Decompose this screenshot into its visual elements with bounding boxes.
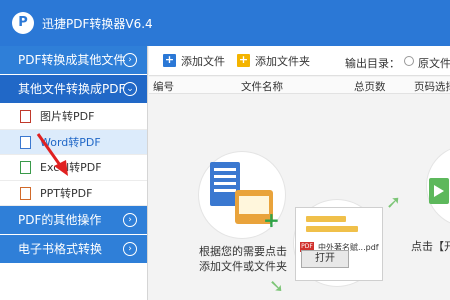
caption-line: 根据您的需要点击 <box>199 245 287 258</box>
image-file-icon <box>20 110 31 123</box>
column-header: 页码选择 <box>414 81 450 93</box>
output-dir-label: 输出目录： <box>345 57 400 70</box>
sidebar-item-ppt-to-pdf[interactable]: PPT转PDF <box>0 181 147 206</box>
category-label: 电子书格式转换 <box>18 242 103 256</box>
toolbar: 添加文件 添加文件夹 输出目录： 原文件 <box>149 46 450 76</box>
category-pdf-to-other[interactable]: PDF转换成其他文件 › <box>0 46 147 75</box>
play-icon <box>434 185 444 197</box>
radio-label: 原文件 <box>418 57 450 70</box>
chevron-down-icon: ⌄ <box>123 82 137 96</box>
column-header: 编号 <box>153 81 174 93</box>
step1-caption: 根据您的需要点击 添加文件或文件夹 <box>192 244 294 274</box>
open-button-illustration: 打开 <box>301 250 349 268</box>
column-header: 文件名称 <box>241 81 283 93</box>
category-pdf-other-ops[interactable]: PDF的其他操作 › <box>0 206 147 235</box>
add-folder-button[interactable]: 添加文件夹 <box>237 52 310 70</box>
chevron-right-icon: › <box>123 53 137 67</box>
column-header: 总页数 <box>354 81 386 93</box>
plus-icon: + <box>263 208 280 232</box>
folder-row <box>306 216 346 222</box>
folder-row <box>306 226 358 232</box>
app-title: 迅捷PDF转换器V6.4 <box>42 17 153 31</box>
category-label: PDF转换成其他文件 <box>18 53 126 67</box>
excel-file-icon <box>20 161 31 174</box>
step-arrow-icon: ➘ <box>269 276 285 297</box>
category-ebook-convert[interactable]: 电子书格式转换 › <box>0 235 147 264</box>
app-logo-icon: P <box>12 12 34 34</box>
category-label: 其他文件转换成PDF <box>18 82 126 96</box>
red-pointer-arrow <box>36 133 68 176</box>
sidebar-item-label: PPT转PDF <box>40 186 93 200</box>
ppt-file-icon <box>20 186 31 200</box>
chevron-right-icon: › <box>123 242 137 256</box>
add-file-label: 添加文件 <box>181 55 225 68</box>
sidebar-item-label: 图片转PDF <box>40 110 95 123</box>
file-dialog-illustration: PDF 中外著名赋...pdf <box>295 207 383 281</box>
category-label: PDF的其他操作 <box>18 213 102 227</box>
chevron-right-icon: › <box>123 213 137 227</box>
file-table-header: 编号 文件名称 总页数 页码选择 <box>149 77 450 94</box>
instruction-area: + PDF 中外著名赋...pdf 打开 ➚ ➘ 根据您的需要点击 添加文件或文… <box>149 94 450 300</box>
step3-caption: 点击【开 <box>411 240 450 253</box>
add-file-button[interactable]: 添加文件 <box>163 52 225 70</box>
step-arrow-icon: ➚ <box>386 192 402 213</box>
sidebar: PDF转换成其他文件 › 其他文件转换成PDF ⌄ 图片转PDF Word转PD… <box>0 46 148 300</box>
caption-line: 添加文件或文件夹 <box>199 260 287 273</box>
category-other-to-pdf[interactable]: 其他文件转换成PDF ⌄ <box>0 75 147 104</box>
sidebar-item-image-to-pdf[interactable]: 图片转PDF <box>0 104 147 130</box>
title-bar: P 迅捷PDF转换器V6.4 <box>0 0 450 46</box>
word-file-icon <box>20 135 31 149</box>
start-convert-icon <box>429 178 449 204</box>
add-folder-icon <box>237 52 250 68</box>
add-folder-label: 添加文件夹 <box>255 55 310 68</box>
add-file-icon <box>163 52 176 68</box>
source-folder-radio[interactable] <box>404 56 414 66</box>
